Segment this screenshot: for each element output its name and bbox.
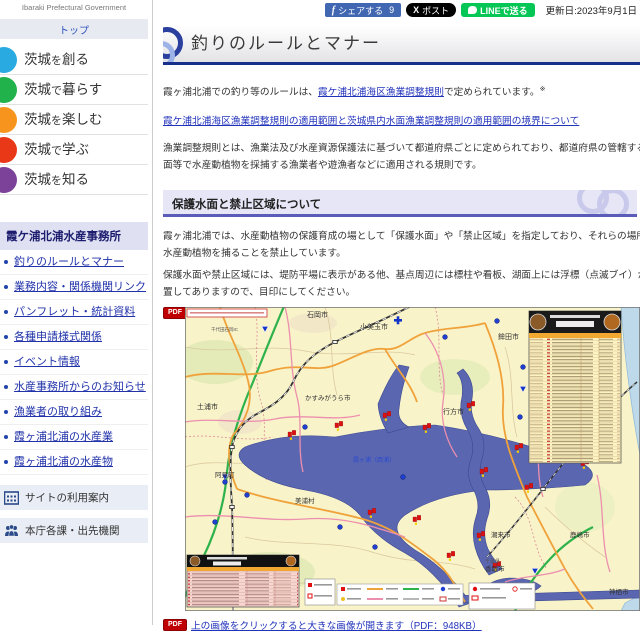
map-label: 行方市 — [443, 407, 464, 416]
map-label: 阿見町 — [215, 470, 235, 479]
marker-paragraph: 保護水面や禁止区域には、堤防平場に表示がある他、基点周辺には標柱や看板、湖面上に… — [163, 268, 640, 301]
office-menu-item-5: 水産事務所からのお知らせ — [0, 375, 148, 400]
offices-label: 本庁各課・出先機関 — [25, 523, 120, 538]
global-menu-item-1[interactable]: 茨城で暮らす — [0, 75, 148, 105]
section-title: 保護水面と禁止区域について — [172, 199, 321, 211]
regulation-description: 漁業調整規則とは、漁業法及び水産資源保護法に基づいて都道府県ごとに定められており… — [163, 141, 640, 174]
map-label: 鹿嶋市 — [570, 530, 590, 539]
office-menu: 釣りのルールとマナー業務内容・関係機関リンクパンフレット・統計資料各種申請様式関… — [0, 250, 148, 475]
sidebar: Ibaraki Prefectural Government トップ 茨城を創る… — [0, 0, 148, 551]
map-list-table — [187, 555, 299, 607]
map-section: PDF — [163, 307, 640, 613]
offices-icon — [4, 524, 19, 538]
site-guide-button[interactable]: サイトの利用案内 — [0, 485, 148, 510]
global-menu-item-3[interactable]: 茨城で学ぶ — [0, 135, 148, 165]
office-menu-item-4: イベント情報 — [0, 350, 148, 375]
map-label: 千代田石岡IC — [211, 326, 239, 333]
line-icon — [468, 6, 477, 14]
regulation-link[interactable]: 霞ケ浦北浦海区漁業調整規則 — [318, 87, 444, 98]
office-menu-link-1[interactable]: 業務内容・関係機関リンク — [14, 281, 146, 293]
sidebar-top-link[interactable]: トップ — [0, 19, 148, 39]
line-share-button[interactable]: LINEで送る — [461, 3, 535, 17]
office-menu-link-0[interactable]: 釣りのルールとマナー — [14, 256, 124, 268]
site-guide-icon — [4, 491, 19, 505]
global-menu-item-2[interactable]: 茨城を楽しむ — [0, 105, 148, 135]
office-menu-link-8[interactable]: 霞ヶ浦北浦の水産物 — [14, 456, 113, 468]
map-label: 鉾田市 — [498, 332, 519, 341]
facebook-icon: f — [332, 5, 335, 16]
office-menu-link-3[interactable]: 各種申請様式関係 — [14, 331, 102, 343]
office-menu-item-0: 釣りのルールとマナー — [0, 250, 148, 275]
boundary-paragraph: 霞ケ浦北浦海区漁業調整規則の適用範囲と茨城県内水面漁業調整規則の適用範囲の境界に… — [163, 114, 640, 131]
map-label: 小美玉市 — [360, 322, 388, 331]
facebook-share-button[interactable]: f シェアする 9 — [325, 3, 401, 17]
office-menu-item-2: パンフレット・統計資料 — [0, 300, 148, 325]
office-menu-title: 霞ケ浦北浦水産事務所 — [0, 222, 148, 250]
page-title: 釣りのルールとマナー — [191, 33, 640, 55]
share-bar: f シェアする 9 X ポスト LINEで送る 更新日:2023年9月1日 — [163, 0, 639, 19]
map-label: 霞ヶ浦（西浦） — [353, 456, 395, 464]
section-header: 保護水面と禁止区域について — [163, 190, 637, 217]
logo-subtitle: Ibaraki Prefectural Government — [22, 3, 126, 12]
menu-circle-icon — [0, 47, 17, 73]
pdf-badge-caption: PDF — [163, 619, 187, 631]
map-note-box — [187, 309, 267, 317]
pdf-badge: PDF — [163, 307, 187, 319]
page-title-bar: 釣りのルールとマナー — [163, 26, 640, 65]
office-menu-item-6: 漁業者の取り組み — [0, 400, 148, 425]
updated-date: 更新日:2023年9月1日 — [546, 3, 637, 17]
utility-menu: サイトの利用案内 本庁各課・出先機関 — [0, 485, 148, 543]
intro-text-post: で定められています。 — [444, 87, 540, 98]
site-logo[interactable]: Ibaraki Prefectural Government — [0, 0, 148, 12]
office-menu-item-3: 各種申請様式関係 — [0, 325, 148, 350]
office-menu-item-1: 業務内容・関係機関リンク — [0, 275, 148, 300]
map-label: 潮来市 — [491, 530, 511, 539]
map-label: かすみがうら市 — [305, 393, 351, 402]
map-label: 神栖市 — [609, 587, 629, 596]
x-post-label: ポスト — [422, 4, 449, 17]
protection-area-map[interactable]: 石岡市小美玉市鉾田市かすみがうら市行方市 土浦市阿見町美浦村潮来市 鹿嶋市千葉県香取… — [185, 307, 640, 611]
menu-circle-icon — [0, 137, 17, 163]
section-decoration-circle-2 — [597, 190, 629, 217]
map-label: 美浦村 — [295, 496, 315, 505]
office-menu-link-6[interactable]: 漁業者の取り組み — [14, 406, 102, 418]
facebook-share-label: シェアする — [338, 4, 383, 17]
map-label: 土浦市 — [197, 402, 218, 411]
global-menu: 茨城を創る 茨城で暮らす 茨城を楽しむ 茨城で学ぶ 茨城を知る — [0, 45, 148, 195]
boundary-link[interactable]: 霞ケ浦北浦海区漁業調整規則の適用範囲と茨城県内水面漁業調整規則の適用範囲の境界に… — [163, 116, 579, 127]
map-mini-legend-b — [469, 583, 535, 609]
pdf-download-link[interactable]: 上の画像をクリックすると大きな画像が開きます（PDF：948KB） — [191, 618, 482, 632]
main-content: f シェアする 9 X ポスト LINEで送る 更新日:2023年9月1日 釣り… — [163, 0, 640, 632]
office-menu-link-4[interactable]: イベント情報 — [14, 356, 80, 368]
office-menu-item-8: 霞ヶ浦北浦の水産物 — [0, 450, 148, 475]
map-label: 香取市 — [485, 564, 505, 573]
office-menu-item-7: 霞ヶ浦北浦の水産業 — [0, 425, 148, 450]
office-menu-link-7[interactable]: 霞ヶ浦北浦の水産業 — [14, 431, 113, 443]
line-share-label: LINEで送る — [480, 4, 528, 17]
menu-circle-icon — [0, 167, 17, 193]
x-icon: X — [413, 5, 419, 15]
office-menu-link-2[interactable]: パンフレット・統計資料 — [14, 306, 135, 318]
menu-circle-icon — [0, 107, 17, 133]
intro-paragraph: 霞ヶ浦北浦での釣り等のルールは、霞ケ浦北浦海区漁業調整規則で定められています。※ — [163, 82, 640, 102]
site-guide-label: サイトの利用案内 — [25, 490, 109, 505]
map-caption: PDF 上の画像をクリックすると大きな画像が開きます（PDF：948KB） — [163, 618, 640, 632]
office-menu-link-5[interactable]: 水産事務所からのお知らせ — [14, 381, 146, 393]
facebook-share-count: 9 — [389, 5, 394, 15]
global-menu-item-0[interactable]: 茨城を創る — [0, 45, 148, 75]
global-menu-item-4[interactable]: 茨城を知る — [0, 165, 148, 195]
column-divider — [152, 0, 153, 625]
menu-circle-icon — [0, 77, 17, 103]
map-shop-table — [529, 311, 621, 463]
map-image: 石岡市小美玉市鉾田市かすみがうら市行方市 土浦市阿見町美浦村潮来市 鹿嶋市千葉県香取… — [185, 307, 640, 611]
intro-text: 霞ヶ浦北浦での釣り等のルールは、 — [163, 87, 318, 98]
offices-button[interactable]: 本庁各課・出先機関 — [0, 518, 148, 543]
map-label: 石岡市 — [307, 310, 328, 319]
map-label: 千葉県 — [485, 558, 500, 565]
map-legend-strip — [337, 584, 463, 605]
x-post-button[interactable]: X ポスト — [406, 3, 456, 17]
protection-paragraph: 霞ヶ浦北浦では、水産動植物の保護育成の場として「保護水面」や「禁止区域」を指定し… — [163, 229, 640, 262]
map-mini-legend-a — [305, 579, 335, 605]
note-mark: ※ — [540, 86, 546, 93]
